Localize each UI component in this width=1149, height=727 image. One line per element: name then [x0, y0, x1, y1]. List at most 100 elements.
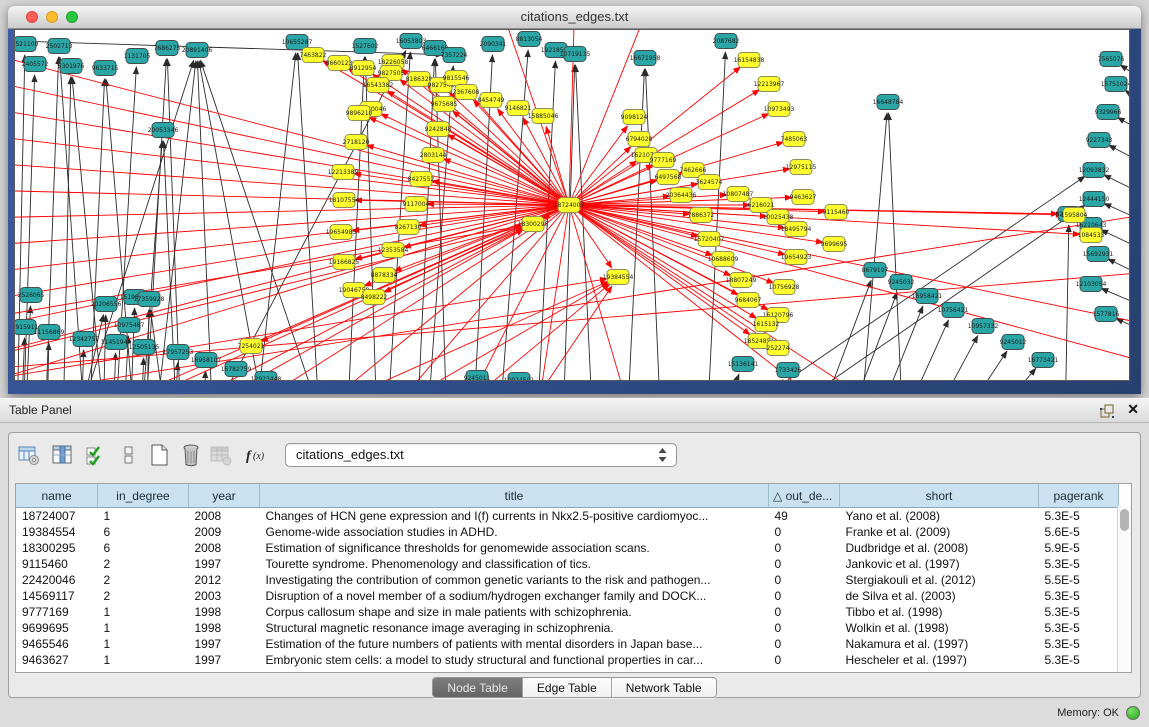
table-cell[interactable]: 9699695: [16, 620, 98, 636]
graph-node[interactable]: 2087682: [713, 34, 740, 49]
table-cell[interactable]: 1998: [189, 620, 260, 636]
scrollbar-thumb[interactable]: [1120, 509, 1129, 531]
node-table[interactable]: namein_degreeyeartitle△ out_de...shortpa…: [15, 483, 1132, 673]
graph-node[interactable]: 8267130: [395, 220, 422, 235]
graph-node[interactable]: 2803144: [420, 148, 447, 163]
table-vertical-scrollbar[interactable]: [1117, 506, 1131, 672]
table-cell[interactable]: Wolkin et al. (1998): [840, 620, 1039, 636]
table-row[interactable]: 946362711997Embryonic stem cells: a mode…: [16, 652, 1119, 668]
table-cell[interactable]: 5.9E-5: [1039, 540, 1119, 556]
graph-node[interactable]: 16648784: [873, 95, 904, 110]
table-cell[interactable]: 0: [769, 636, 840, 652]
graph-node[interactable]: 15885046: [528, 109, 559, 124]
graph-node[interactable]: 16154838: [734, 53, 765, 68]
table-row[interactable]: 911546021997Tourette syndrome. Phenomeno…: [16, 556, 1119, 572]
graph-node[interactable]: 18807249: [726, 273, 757, 288]
tab-node-table[interactable]: Node Table: [433, 678, 523, 697]
table-cell[interactable]: Yano et al. (2008): [840, 508, 1039, 525]
graph-node[interactable]: 18300295: [518, 217, 549, 232]
table-cell[interactable]: 5.3E-5: [1039, 604, 1119, 620]
close-panel-icon[interactable]: ✕: [1127, 401, 1139, 418]
graph-node[interactable]: 9633715: [92, 61, 119, 76]
graph-node[interactable]: 9227343: [1086, 133, 1113, 148]
graph-node[interactable]: 19654923: [781, 250, 812, 265]
graph-node[interactable]: 2526065: [18, 288, 45, 303]
graph-node[interactable]: 10957332: [968, 319, 999, 334]
graph-node[interactable]: 19384554: [603, 270, 634, 285]
graph-node[interactable]: 11156869: [34, 325, 65, 340]
graph-node[interactable]: 1615132: [753, 317, 780, 332]
table-row[interactable]: 1830029562008Estimation of significance …: [16, 540, 1119, 556]
citation-graph[interactable]: 7521109250271324055726301976963371511317…: [15, 30, 1129, 380]
graph-node[interactable]: 10973493: [764, 102, 795, 117]
graph-node[interactable]: 15136141: [728, 357, 759, 372]
graph-node[interactable]: 7565076: [1098, 52, 1125, 67]
table-cell[interactable]: Jankovic et al. (1997): [840, 556, 1039, 572]
graph-node[interactable]: 1131705: [124, 49, 151, 64]
table-cell[interactable]: 5.3E-5: [1039, 620, 1119, 636]
graph-node[interactable]: 15692931: [1083, 247, 1114, 262]
table-cell[interactable]: Estimation of significance thresholds fo…: [260, 540, 769, 556]
table-cell[interactable]: 1: [98, 604, 189, 620]
table-cell[interactable]: 5.3E-5: [1039, 508, 1119, 525]
function-builder-icon[interactable]: f(x): [243, 441, 271, 469]
table-cell[interactable]: 1: [98, 652, 189, 668]
graph-node[interactable]: 2502713: [46, 39, 73, 54]
graph-node[interactable]: 9245032: [888, 275, 915, 290]
graph-node[interactable]: 12505135: [129, 340, 160, 355]
graph-node[interactable]: 7463822: [300, 48, 327, 63]
table-cell[interactable]: Disruption of a novel member of a sodium…: [260, 588, 769, 604]
graph-node[interactable]: 12923448: [251, 372, 282, 381]
table-cell[interactable]: 1: [98, 508, 189, 525]
table-cell[interactable]: 1998: [189, 604, 260, 620]
graph-node[interactable]: 6497568: [655, 170, 682, 185]
graph-node[interactable]: 20891406: [182, 43, 213, 58]
table-cell[interactable]: 1997: [189, 556, 260, 572]
graph-node[interactable]: 9777169: [650, 153, 677, 168]
graph-node[interactable]: 12213389: [328, 165, 359, 180]
table-cell[interactable]: Franke et al. (2009): [840, 524, 1039, 540]
table-cell[interactable]: 2003: [189, 588, 260, 604]
table-cell[interactable]: Tourette syndrome. Phenomenology and cla…: [260, 556, 769, 572]
graph-node[interactable]: 19166825: [329, 255, 360, 270]
graph-node[interactable]: 12342757: [69, 332, 100, 347]
table-cell[interactable]: 0: [769, 604, 840, 620]
graph-node[interactable]: 9699695: [821, 237, 848, 252]
table-cell[interactable]: 18300295: [16, 540, 98, 556]
graph-node[interactable]: 15720407: [694, 232, 725, 247]
tab-network-table[interactable]: Network Table: [612, 678, 716, 697]
graph-node[interactable]: 9242848: [425, 122, 452, 137]
table-row[interactable]: 1456911722003Disruption of a novel membe…: [16, 588, 1119, 604]
table-row[interactable]: 1872400712008Changes of HCN gene express…: [16, 508, 1119, 525]
column-header-title[interactable]: title: [260, 484, 769, 508]
memory-status-indicator[interactable]: [1126, 706, 1140, 720]
graph-node[interactable]: 18724007: [554, 198, 585, 213]
graph-node[interactable]: 1527602: [352, 39, 379, 54]
graph-node[interactable]: 9675685: [431, 97, 458, 112]
graph-node[interactable]: 11451940: [101, 335, 132, 350]
tab-edge-table[interactable]: Edge Table: [523, 678, 612, 697]
graph-node[interactable]: 12444150: [1079, 192, 1110, 207]
select-columns-icon[interactable]: [81, 441, 109, 469]
table-cell[interactable]: 9465546: [16, 636, 98, 652]
graph-node[interactable]: 6301976: [58, 59, 85, 74]
table-cell[interactable]: Tibbo et al. (1998): [840, 604, 1039, 620]
graph-node[interactable]: 8878334: [371, 268, 398, 283]
column-header-out_de[interactable]: △ out_de...: [769, 484, 840, 508]
graph-node[interactable]: 9115460: [823, 205, 850, 220]
graph-node[interactable]: 10688609: [708, 252, 739, 267]
table-cell[interactable]: Genome-wide association studies in ADHD.: [260, 524, 769, 540]
table-row[interactable]: 2242004622012Investigating the contribut…: [16, 572, 1119, 588]
table-cell[interactable]: 6: [98, 540, 189, 556]
table-cell[interactable]: 2009: [189, 524, 260, 540]
graph-node[interactable]: 20364436: [666, 188, 697, 203]
graph-node[interactable]: 9896210: [346, 106, 373, 121]
table-cell[interactable]: Nakamura et al. (1997): [840, 636, 1039, 652]
graph-node[interactable]: 7521109: [15, 37, 39, 52]
graph-node[interactable]: 1595804: [1061, 208, 1088, 223]
table-row[interactable]: 969969511998Structural magnetic resonanc…: [16, 620, 1119, 636]
graph-node[interactable]: 8679197: [862, 263, 889, 278]
graph-node[interactable]: 9684067: [735, 293, 762, 308]
column-header-pagerank[interactable]: pagerank: [1039, 484, 1119, 508]
graph-node[interactable]: 7254021: [238, 339, 265, 354]
